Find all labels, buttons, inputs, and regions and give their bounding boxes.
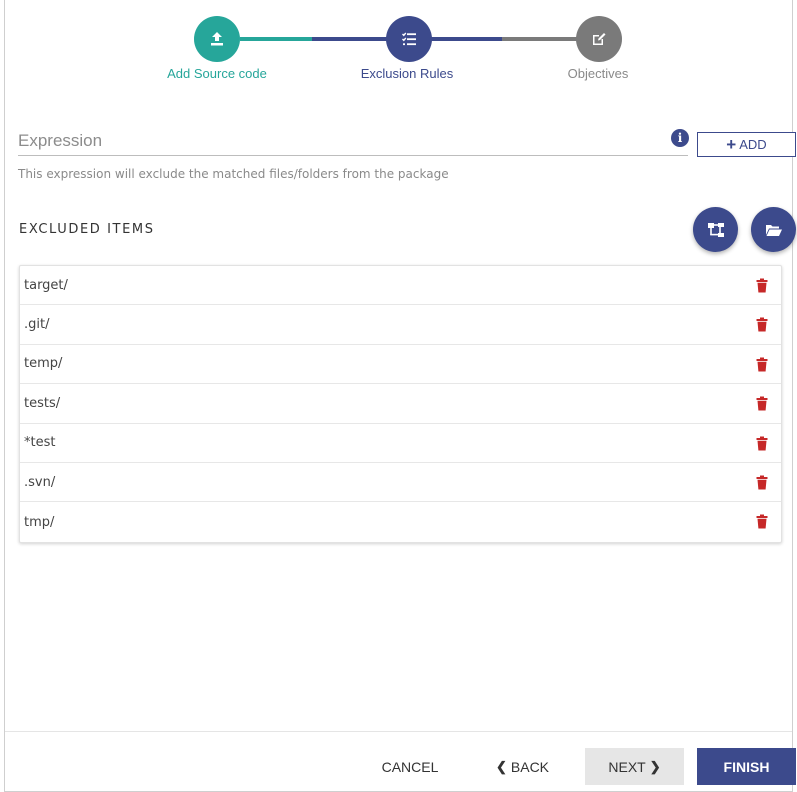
plus-icon: + <box>726 135 737 154</box>
list-item: tests/ <box>20 384 781 424</box>
stepper-line-2a <box>430 37 502 41</box>
finish-button-label: FINISH <box>723 758 770 775</box>
finish-button[interactable]: FINISH <box>697 748 796 785</box>
footer-divider <box>5 731 792 732</box>
step-add-source-code[interactable] <box>194 16 240 62</box>
list-item-label: tests/ <box>24 395 61 411</box>
info-icon[interactable]: i <box>671 129 689 147</box>
upload-icon <box>211 32 223 46</box>
cancel-button-label: CANCEL <box>381 758 439 775</box>
list-item-label: target/ <box>24 277 68 293</box>
list-item-label: .svn/ <box>24 474 56 490</box>
back-button[interactable]: ❮ BACK <box>485 748 560 785</box>
list-item: tmp/ <box>20 502 781 541</box>
excluded-items-list: target/ .git/temp/tests/ *test .svn/tmp/ <box>19 265 782 543</box>
expression-field <box>18 126 688 156</box>
trash-icon[interactable] <box>756 396 768 411</box>
list-item: .svn/ <box>20 463 781 503</box>
excluded-items-title: EXCLUDED ITEMS <box>19 222 155 237</box>
cancel-button[interactable]: CANCEL <box>365 748 455 785</box>
trash-icon[interactable] <box>756 317 768 332</box>
step-objectives[interactable] <box>576 16 622 62</box>
list-item: *test <box>20 424 781 463</box>
expression-input[interactable] <box>18 126 688 155</box>
trash-icon[interactable] <box>756 357 768 372</box>
list-item-label: tmp/ <box>24 514 55 530</box>
stepper-line-1a <box>240 37 312 41</box>
checklist-icon <box>402 32 416 46</box>
expression-helper-text: This expression will exclude the matched… <box>18 167 449 181</box>
stepper-line-2b <box>502 37 580 41</box>
list-item: temp/ <box>20 345 781 385</box>
chevron-left-icon: ❮ <box>495 758 507 774</box>
stepper-line-1b <box>312 37 390 41</box>
trash-icon[interactable] <box>756 514 768 529</box>
step-label-objectives: Objectives <box>567 66 629 81</box>
trash-icon[interactable] <box>756 436 768 451</box>
browse-folder-button[interactable] <box>751 207 796 252</box>
step-exclusion-rules[interactable] <box>386 16 432 62</box>
list-item: target/ <box>20 266 781 306</box>
trash-icon[interactable] <box>756 475 768 490</box>
list-item-label: temp/ <box>24 356 63 372</box>
list-item: .git/ <box>20 305 781 345</box>
list-item-label: .git/ <box>24 317 50 333</box>
edit-icon <box>593 33 606 45</box>
step-label-exclusion-rules: Exclusion Rules <box>360 66 454 81</box>
add-button-label: ADD <box>739 137 767 152</box>
step-label-add-source-code: Add Source code <box>167 66 267 81</box>
back-button-label: BACK <box>510 758 550 775</box>
trash-icon[interactable] <box>756 278 768 293</box>
tree-view-button[interactable] <box>693 207 738 252</box>
folder-open-icon <box>765 224 782 236</box>
next-button[interactable]: NEXT ❯ <box>585 748 684 785</box>
chevron-right-icon: ❯ <box>649 758 661 774</box>
list-item-label: *test <box>24 435 56 451</box>
sitemap-icon <box>707 222 724 237</box>
next-button-label: NEXT <box>608 758 646 775</box>
add-button[interactable]: + ADD <box>697 132 796 157</box>
stepper: Add Source code Exclusion Rules Objectiv… <box>0 0 797 100</box>
